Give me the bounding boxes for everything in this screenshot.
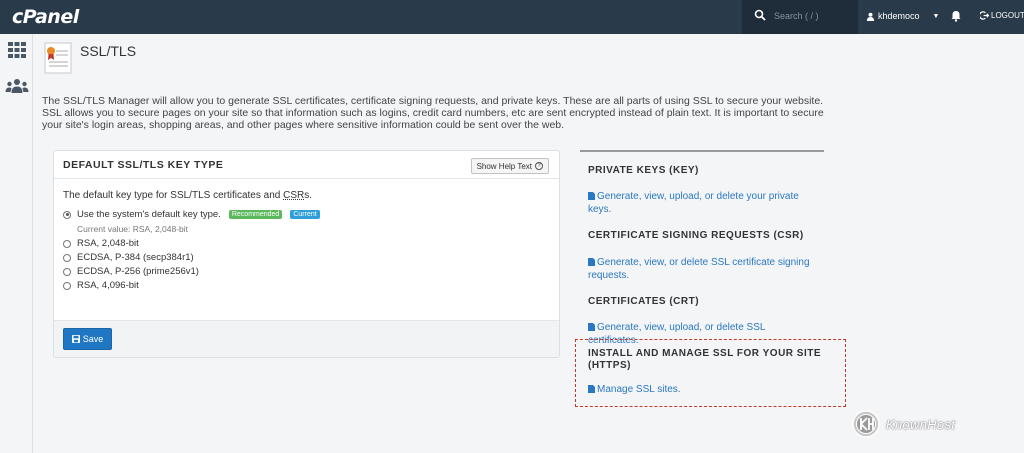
search-icon — [754, 9, 766, 21]
radio-button[interactable] — [63, 239, 71, 248]
description-text: The default key type for SSL/TLS certifi… — [63, 190, 284, 201]
save-button[interactable]: Save — [63, 328, 112, 350]
document-icon — [588, 258, 595, 266]
section-heading-install-ssl: INSTALL AND MANAGE SSL FOR YOUR SITE (HT… — [588, 348, 822, 371]
cpanel-logo[interactable]: cPanel — [12, 6, 79, 28]
certificate-icon — [44, 42, 72, 74]
chevron-down-icon: ▼ — [932, 12, 940, 20]
logout-icon — [980, 11, 989, 20]
link-csr[interactable]: Generate, view, or delete SSL certificat… — [588, 256, 813, 282]
key-type-description: The default key type for SSL/TLS certifi… — [63, 190, 312, 201]
user-menu[interactable]: khdemoco ▼ — [866, 11, 939, 21]
option-label: RSA, 4,096-bit — [77, 280, 139, 291]
show-help-text-button[interactable]: Show Help Text ? — [470, 158, 549, 174]
logout-button[interactable]: LOGOUT — [980, 11, 1024, 20]
knownhost-logo-icon — [852, 410, 880, 438]
option-label: RSA, 2,048-bit — [77, 238, 139, 249]
intro-text: The SSL/TLS Manager will allow you to ge… — [42, 95, 824, 131]
csr-abbr: CSR — [283, 190, 305, 201]
radio-button[interactable] — [63, 281, 71, 290]
page-title: SSL/TLS — [80, 43, 137, 59]
link-private-keys[interactable]: Generate, view, upload, or delete your p… — [588, 190, 813, 216]
link-text[interactable]: Generate, view, or delete SSL certificat… — [588, 257, 810, 281]
panel-footer: Save — [54, 320, 559, 357]
section-heading-private-keys: PRIVATE KEYS (KEY) — [588, 165, 699, 176]
section-heading-certificates: CERTIFICATES (CRT) — [588, 296, 700, 307]
key-option-system-default[interactable]: Use the system's default key type. Recom… — [63, 209, 320, 220]
search-input[interactable]: Search ( / ) — [774, 11, 819, 21]
link-text[interactable]: Generate, view, upload, or delete your p… — [588, 191, 799, 215]
current-badge: Current — [290, 210, 320, 219]
recommended-badge: Recommended — [228, 210, 283, 219]
section-divider — [580, 150, 824, 152]
panel-title: DEFAULT SSL/TLS KEY TYPE — [63, 159, 224, 171]
description-suffix: s. — [304, 190, 313, 201]
panel-header: DEFAULT SSL/TLS KEY TYPE Show Help Text … — [54, 151, 559, 179]
watermark: KnownHost — [852, 410, 955, 438]
help-button-label: Show Help Text — [476, 161, 532, 171]
radio-button[interactable] — [63, 210, 71, 219]
floppy-disk-icon — [71, 335, 80, 343]
watermark-text: KnownHost — [886, 416, 956, 432]
key-option-rsa-2048[interactable]: RSA, 2,048-bit — [63, 238, 139, 249]
username-label: khdemoco — [878, 11, 920, 21]
grid-icon[interactable] — [8, 42, 26, 58]
question-icon: ? — [535, 162, 543, 170]
link-manage-ssl-sites[interactable]: Manage SSL sites. — [588, 383, 813, 396]
save-label: Save — [82, 334, 104, 344]
user-icon — [866, 12, 875, 21]
left-rail — [0, 34, 33, 453]
radio-button[interactable] — [63, 267, 71, 276]
link-text[interactable]: Manage SSL sites. — [597, 384, 681, 395]
radio-button[interactable] — [63, 253, 71, 262]
document-icon — [588, 323, 595, 331]
option-label: ECDSA, P-384 (secp384r1) — [77, 252, 194, 263]
top-bar: cPanel Search ( / ) khdemoco ▼ LOGOUT — [0, 0, 1024, 34]
option-label: Use the system's default key type. — [77, 209, 221, 220]
document-icon — [588, 192, 595, 200]
key-option-ecdsa-p256[interactable]: ECDSA, P-256 (prime256v1) — [63, 266, 199, 277]
section-heading-csr: CERTIFICATE SIGNING REQUESTS (CSR) — [588, 230, 804, 241]
key-option-ecdsa-p384[interactable]: ECDSA, P-384 (secp384r1) — [63, 252, 194, 263]
default-key-type-panel: DEFAULT SSL/TLS KEY TYPE Show Help Text … — [53, 150, 560, 358]
option-label: ECDSA, P-256 (prime256v1) — [77, 266, 199, 277]
document-icon — [588, 385, 595, 393]
logout-label: LOGOUT — [991, 11, 1024, 20]
bell-icon[interactable] — [950, 10, 962, 22]
users-icon[interactable] — [5, 78, 29, 94]
key-option-rsa-4096[interactable]: RSA, 4,096-bit — [63, 280, 139, 291]
current-value-text: Current value: RSA, 2,048-bit — [77, 224, 189, 234]
search-box[interactable]: Search ( / ) — [742, 0, 858, 34]
